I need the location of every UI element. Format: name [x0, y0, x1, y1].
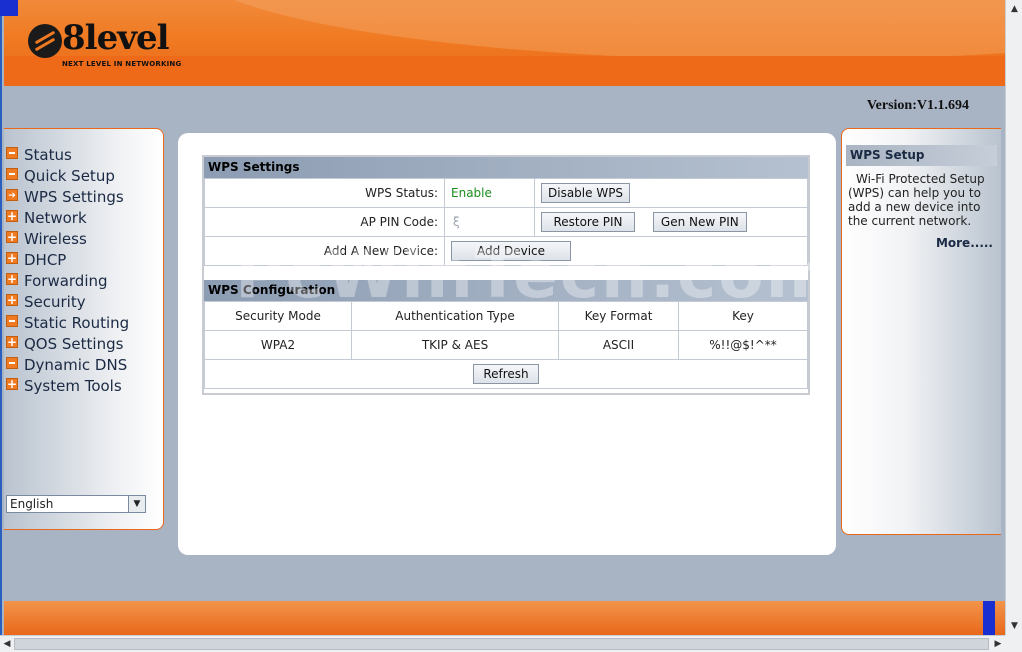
brand-logo: 8level NEXT LEVEL IN NETWORKING: [24, 18, 184, 70]
language-select[interactable]: English ▼: [6, 495, 146, 513]
sidebar-item-network[interactable]: Network: [4, 206, 163, 229]
sidebar-item-system-tools[interactable]: System Tools: [4, 374, 163, 397]
sidebar-item-qos-settings[interactable]: QOS Settings: [4, 332, 163, 355]
wps-config-table: Security Mode Authentication Type Key Fo…: [204, 301, 808, 389]
ap-pin-label: AP PIN Code:: [204, 207, 445, 237]
browser-viewport: 8level NEXT LEVEL IN NETWORKING Version:…: [0, 0, 1007, 635]
auth-type-cell: TKIP & AES: [351, 330, 559, 360]
logo-tagline: NEXT LEVEL IN NETWORKING: [62, 60, 182, 68]
column-header: Key Format: [558, 301, 679, 331]
add-device-button[interactable]: Add Device: [451, 241, 571, 261]
refresh-cell: Refresh: [204, 359, 808, 389]
help-title: WPS Setup: [846, 145, 997, 166]
sidebar-item-dhcp[interactable]: DHCP: [4, 248, 163, 271]
scroll-left-icon[interactable]: ◀: [1, 637, 13, 651]
security-mode-cell: WPA2: [204, 330, 352, 360]
minus-icon: [6, 168, 18, 180]
sidebar-item-label: Wireless: [24, 230, 87, 248]
sidebar-item-label: Network: [24, 209, 87, 227]
minus-icon: [6, 147, 18, 159]
horizontal-scroll-thumb[interactable]: [14, 638, 989, 650]
vertical-scrollbar[interactable]: ▲ ▼: [1005, 0, 1022, 635]
wps-settings-table: WPS Status: Enable Disable WPS AP PIN Co…: [204, 178, 808, 266]
plus-icon: [6, 206, 18, 227]
wps-status-value: Enable: [444, 178, 535, 208]
footer-bar: [4, 601, 1007, 635]
plus-icon: [6, 227, 18, 248]
sidebar-item-wps-settings[interactable]: WPS Settings: [4, 186, 163, 208]
plus-icon: [6, 290, 18, 311]
arrow-icon: [6, 186, 18, 207]
table-header-row: Security Mode Authentication Type Key Fo…: [204, 301, 808, 331]
scroll-corner: [1005, 635, 1022, 652]
plus-icon: [6, 332, 18, 353]
sidebar-item-wireless[interactable]: Wireless: [4, 227, 163, 250]
sidebar-item-label: Status: [24, 146, 72, 164]
horizontal-scrollbar[interactable]: ◀ ▶: [0, 635, 1005, 652]
plus-icon: [6, 269, 18, 290]
gen-new-pin-button[interactable]: Gen New PIN: [652, 212, 747, 232]
minus-icon: [6, 357, 18, 369]
add-device-label: Add A New Device:: [204, 236, 445, 266]
sidebar-menu: Status Quick Setup WPS Settings Network …: [4, 145, 163, 397]
chevron-down-icon[interactable]: ▼: [128, 496, 145, 512]
sidebar-item-dynamic-dns[interactable]: Dynamic DNS: [4, 355, 163, 376]
add-device-cell: Add Device: [444, 236, 808, 266]
table-row: WPS Status: Enable Disable WPS: [204, 178, 808, 208]
footer-accent: [983, 601, 995, 635]
table-row: Add A New Device: Add Device: [204, 236, 808, 266]
table-row: WPA2 TKIP & AES ASCII %!!@$!^**: [204, 330, 808, 360]
scroll-up-icon[interactable]: ▲: [1009, 2, 1020, 16]
wps-settings-title: WPS Settings: [204, 157, 808, 178]
sidebar-item-status[interactable]: Status: [4, 145, 163, 166]
sidebar-item-label: DHCP: [24, 251, 67, 269]
corner-marker: [0, 0, 18, 16]
sidebar: Status Quick Setup WPS Settings Network …: [4, 128, 164, 530]
sidebar-item-quick-setup[interactable]: Quick Setup: [4, 166, 163, 187]
column-header: Key: [678, 301, 808, 331]
ap-pin-value: ξ: [444, 207, 535, 237]
wps-status-action-cell: Disable WPS: [534, 178, 808, 208]
more-link[interactable]: More.....: [842, 236, 993, 250]
sidebar-item-forwarding[interactable]: Forwarding: [4, 269, 163, 292]
table-row: Refresh: [204, 359, 808, 389]
sidebar-item-label: Security: [24, 293, 86, 311]
wps-status-label: WPS Status:: [204, 178, 445, 208]
sidebar-item-label: QOS Settings: [24, 335, 124, 353]
header-sweep: [184, 0, 1007, 60]
wps-panel: WPS Settings WPS Status: Enable Disable …: [202, 155, 810, 395]
restore-pin-button[interactable]: Restore PIN: [541, 212, 635, 232]
key-cell: %!!@$!^**: [678, 330, 808, 360]
plus-icon: [6, 248, 18, 269]
minus-icon: [6, 315, 18, 327]
sidebar-item-label: Static Routing: [24, 314, 130, 332]
refresh-button[interactable]: Refresh: [473, 364, 539, 384]
table-row: AP PIN Code: ξ Restore PIN Gen New PIN: [204, 207, 808, 237]
language-value: English: [10, 497, 54, 511]
sidebar-item-security[interactable]: Security: [4, 290, 163, 313]
ap-pin-action-cell: Restore PIN Gen New PIN: [534, 207, 808, 237]
scroll-right-icon[interactable]: ▶: [992, 637, 1004, 651]
column-header: Authentication Type: [351, 301, 559, 331]
plus-icon: [6, 374, 18, 395]
help-text: Wi-Fi Protected Setup (WPS) can help you…: [848, 172, 985, 228]
firmware-version: Version:V1.1.694: [866, 98, 969, 113]
sidebar-item-label: WPS Settings: [24, 188, 124, 206]
sidebar-item-static-routing[interactable]: Static Routing: [4, 313, 163, 334]
column-header: Security Mode: [204, 301, 352, 331]
header-banner: 8level NEXT LEVEL IN NETWORKING: [4, 0, 1007, 86]
help-panel: WPS Setup Wi-Fi Protected Setup (WPS) ca…: [841, 128, 1001, 535]
sidebar-item-label: System Tools: [24, 377, 122, 395]
scroll-down-icon[interactable]: ▼: [1009, 619, 1020, 633]
logo-text: 8level: [62, 18, 170, 58]
sidebar-item-label: Quick Setup: [24, 167, 115, 185]
wps-config-title: WPS Configuration: [204, 280, 808, 301]
logo-globe-icon: [28, 24, 62, 58]
key-format-cell: ASCII: [558, 330, 679, 360]
sidebar-item-label: Forwarding: [24, 272, 108, 290]
sidebar-item-label: Dynamic DNS: [24, 356, 128, 374]
disable-wps-button[interactable]: Disable WPS: [541, 183, 631, 203]
content-panel: WPS Settings WPS Status: Enable Disable …: [178, 133, 836, 555]
